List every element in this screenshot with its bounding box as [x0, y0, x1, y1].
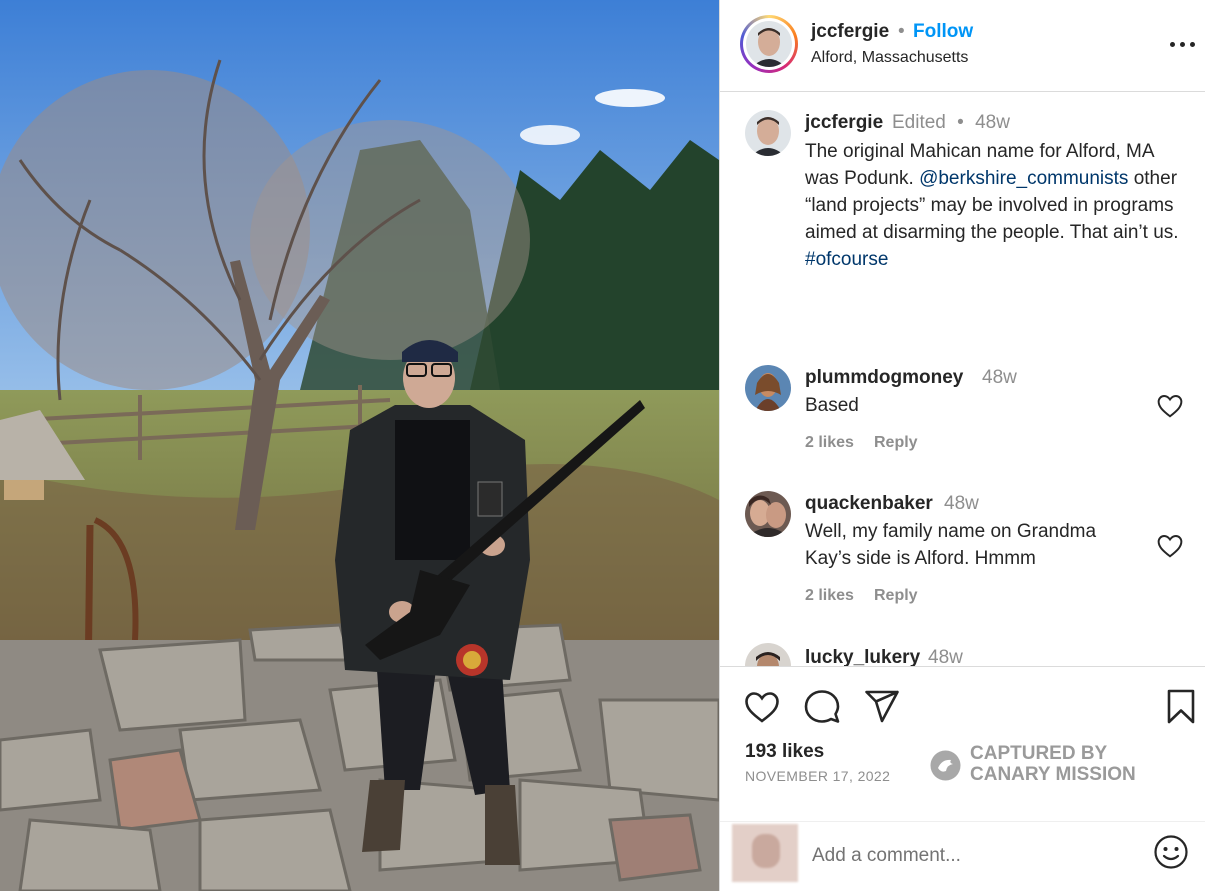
comment-time[interactable]: 48w: [982, 367, 1017, 389]
comment-time[interactable]: 48w: [944, 493, 979, 515]
author-avatar[interactable]: [740, 15, 798, 73]
hashtag-link[interactable]: #ofcourse: [805, 249, 888, 270]
comment-text: Well, my family name on Grandma Kay’s si…: [805, 521, 1097, 569]
post-location[interactable]: Alford, Massachusetts: [811, 49, 968, 67]
author-username[interactable]: jccfergie: [811, 21, 889, 43]
reply-button[interactable]: Reply: [874, 434, 918, 452]
post-date: NOVEMBER 17, 2022: [745, 768, 891, 784]
add-comment-input[interactable]: [812, 842, 1132, 870]
comment-username[interactable]: lucky_lukery: [805, 647, 920, 666]
mention-link[interactable]: @berkshire_communists: [919, 168, 1128, 189]
comment-avatar[interactable]: [745, 491, 791, 537]
heart-icon[interactable]: [743, 688, 781, 726]
more-options-button[interactable]: [1168, 32, 1198, 56]
caption-edited: Edited: [892, 112, 946, 133]
comment-likes[interactable]: 2 likes: [805, 434, 854, 452]
bookmark-icon[interactable]: [1162, 688, 1200, 726]
canary-logo-icon: [930, 750, 961, 781]
caption-meta: Edited • 48w: [892, 112, 1010, 134]
watermark-line2: CANARY MISSION: [970, 764, 1136, 785]
caption-text: The original Mahican name for Alford, MA…: [805, 138, 1185, 273]
current-user-avatar: [732, 824, 798, 882]
post-photo-image: [0, 0, 719, 891]
add-comment-bar: [720, 821, 1205, 891]
share-icon[interactable]: [863, 688, 901, 726]
follow-button[interactable]: Follow: [913, 21, 973, 43]
caption-avatar[interactable]: [745, 110, 791, 156]
comment-avatar[interactable]: [745, 365, 791, 411]
comment-text: Based: [805, 395, 859, 416]
comment-avatar[interactable]: [745, 643, 791, 666]
header-separator: •: [898, 21, 905, 42]
comment-username[interactable]: plummdogmoney: [805, 367, 963, 389]
post-photo[interactable]: [0, 0, 719, 891]
caption-separator: •: [957, 112, 964, 133]
post-header: jccfergie • Follow Alford, Massachusetts: [720, 0, 1205, 92]
watermark-line1: CAPTURED BY: [970, 743, 1108, 764]
watermark: CAPTURED BY CANARY MISSION: [929, 742, 1169, 786]
reply-button[interactable]: Reply: [874, 587, 918, 605]
comment-likes[interactable]: 2 likes: [805, 587, 854, 605]
more-horizontal-icon: [1170, 42, 1175, 47]
emoji-icon[interactable]: [1153, 834, 1189, 870]
comment-icon[interactable]: [803, 688, 841, 726]
comment-time[interactable]: 48w: [928, 647, 963, 666]
heart-icon[interactable]: [1157, 534, 1183, 558]
caption-username[interactable]: jccfergie: [805, 112, 883, 134]
caption-time[interactable]: 48w: [975, 112, 1010, 133]
post-actions: 193 likes NOVEMBER 17, 2022 CAPTURED BY …: [720, 666, 1205, 821]
comment-username[interactable]: quackenbaker: [805, 493, 933, 515]
post-side-panel: jccfergie • Follow Alford, Massachusetts…: [719, 0, 1205, 891]
likes-count[interactable]: 193 likes: [745, 741, 824, 763]
heart-icon[interactable]: [1157, 394, 1183, 418]
comments-list[interactable]: jccfergie Edited • 48w The original Mahi…: [720, 93, 1205, 666]
